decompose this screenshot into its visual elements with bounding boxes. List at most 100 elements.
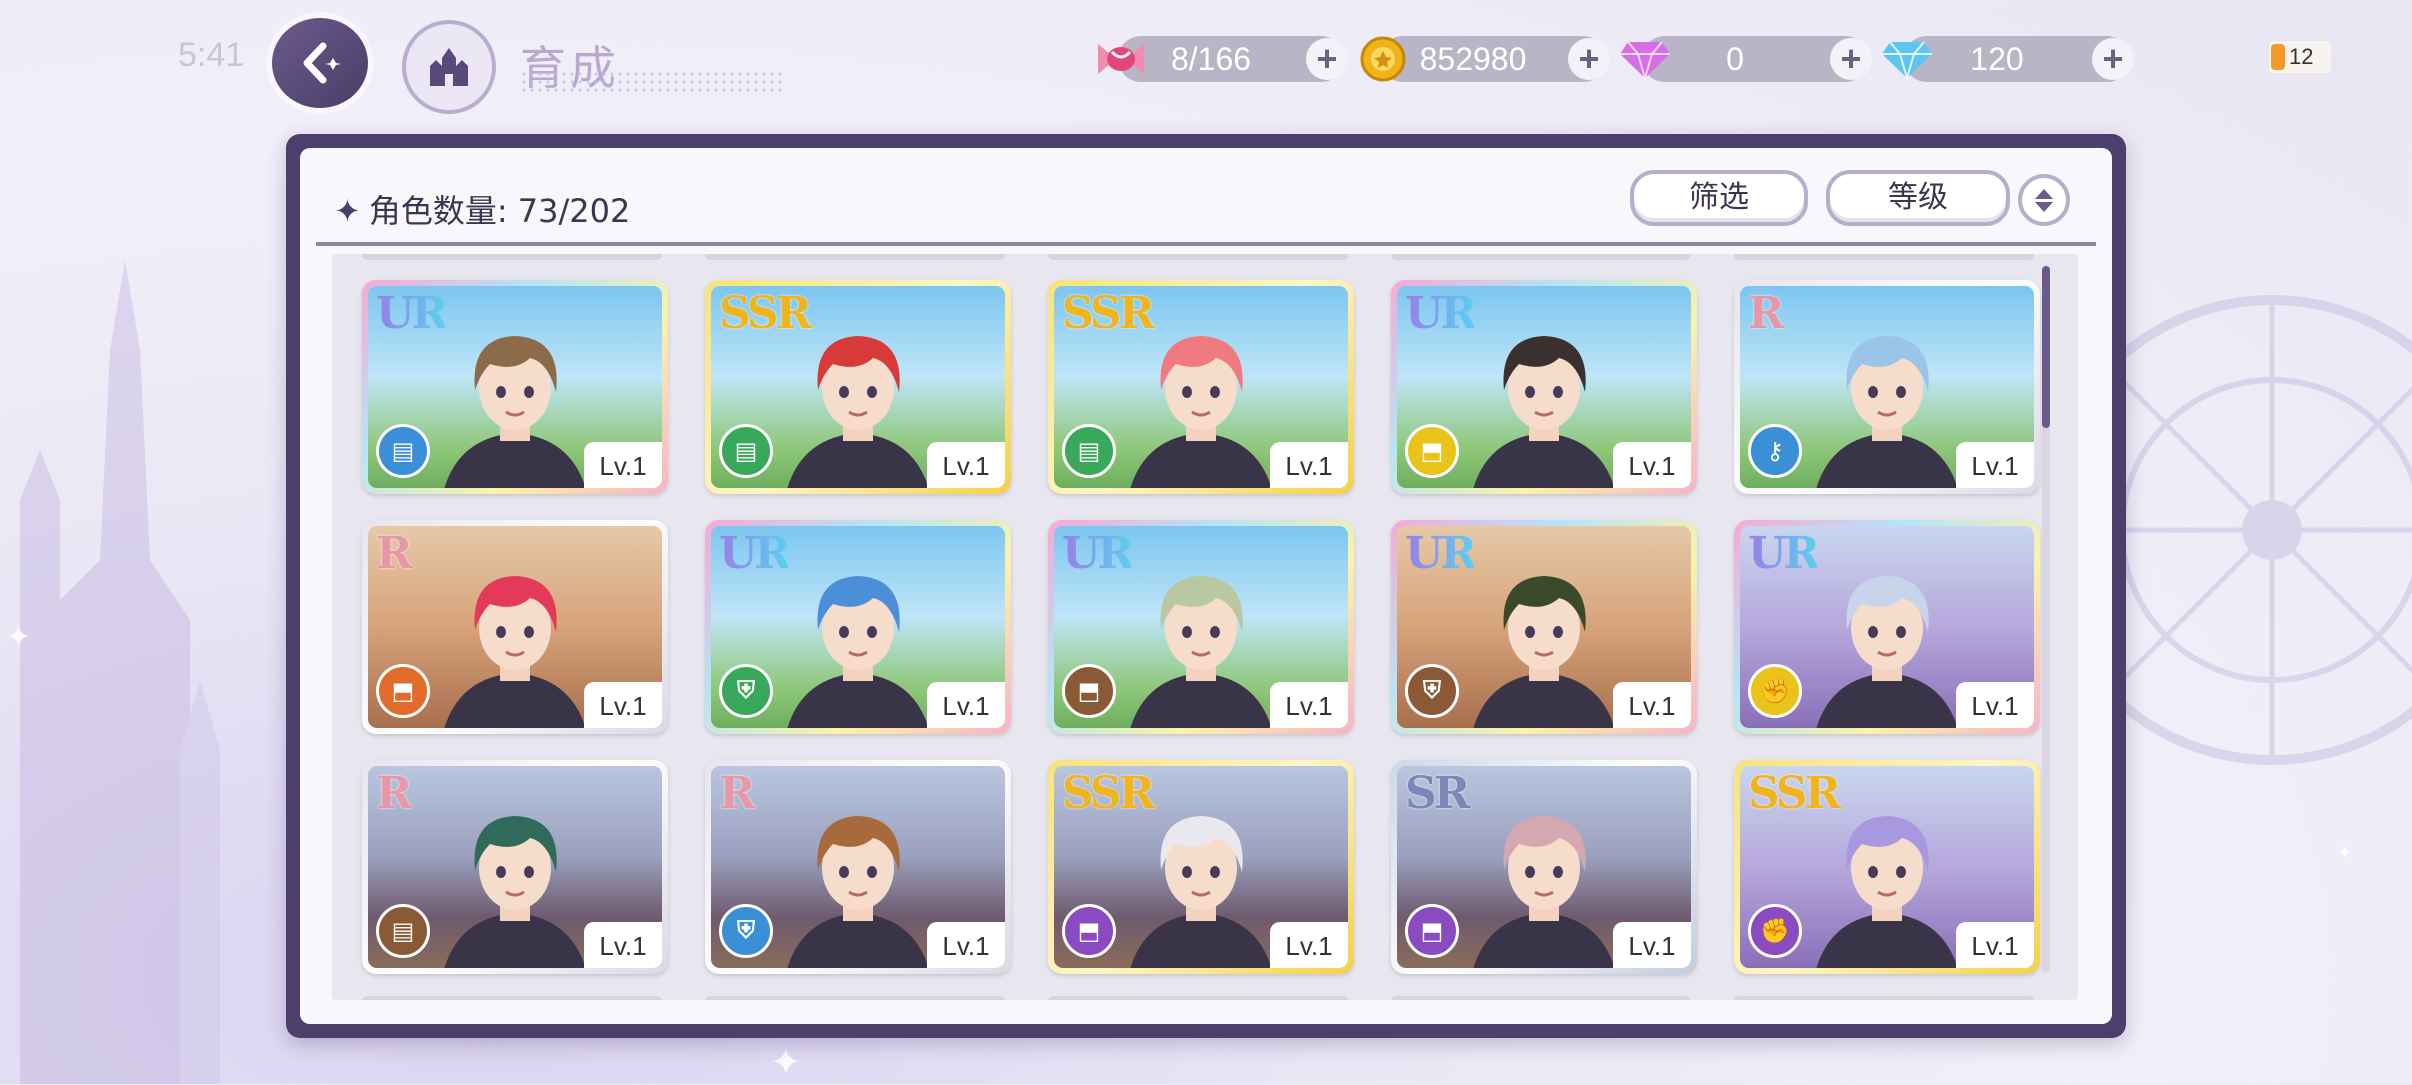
- sort-ascending-icon: [2035, 188, 2053, 199]
- rarity-badge: R: [376, 768, 413, 819]
- character-portrait: UR ▤ Lv.1: [368, 286, 662, 488]
- character-figure: [1816, 336, 1958, 488]
- character-card[interactable]: SR ⬒ Lv.1: [1391, 760, 1697, 974]
- character-card[interactable]: R ⚷ Lv.1: [1734, 280, 2040, 494]
- rarity-badge: R: [719, 768, 756, 819]
- rarity-badge: UR: [1405, 528, 1477, 579]
- character-count-text: 角色数量: 73/202: [368, 192, 631, 230]
- character-portrait: R ▤ Lv.1: [368, 766, 662, 968]
- battery-level: 12: [2289, 44, 2314, 69]
- boot-attribute-icon: ⬒: [376, 664, 430, 718]
- rarity-badge: UR: [1062, 528, 1134, 579]
- character-figure: [787, 816, 929, 968]
- level-label: Lv.1: [1613, 682, 1691, 728]
- character-figure: [444, 816, 586, 968]
- character-figure: [1130, 576, 1272, 728]
- sparkle-decoration: ✦: [6, 621, 32, 654]
- card-edge-peek: [362, 996, 662, 1000]
- character-card[interactable]: UR ⛨ Lv.1: [1391, 520, 1697, 734]
- character-card[interactable]: UR ⬒ Lv.1: [1048, 520, 1354, 734]
- level-label: Lv.1: [1956, 682, 2034, 728]
- boot-attribute-icon: ⬒: [1062, 664, 1116, 718]
- add-pink-gem-button[interactable]: +: [1830, 38, 1872, 80]
- level-label: Lv.1: [1613, 922, 1691, 968]
- sort-by-level-button[interactable]: 等级: [1826, 170, 2010, 226]
- level-label: Lv.1: [584, 442, 662, 488]
- card-edge-peek: [1390, 996, 1691, 1000]
- level-label: Lv.1: [584, 922, 662, 968]
- character-card[interactable]: SSR ✊ Lv.1: [1734, 760, 2040, 974]
- fist-attribute-icon: ✊: [1748, 904, 1802, 958]
- shield-attribute-icon: ⛨: [1405, 664, 1459, 718]
- castle-silhouette-decoration: [20, 260, 220, 1084]
- character-card[interactable]: SSR ⬒ Lv.1: [1048, 760, 1354, 974]
- candy-counter: 8/166 +: [1098, 36, 1348, 82]
- shield-attribute-icon: ⛨: [719, 664, 773, 718]
- filter-button[interactable]: 筛选: [1630, 170, 1808, 226]
- back-arrow-icon: [303, 42, 341, 84]
- level-label: Lv.1: [927, 682, 1005, 728]
- back-button[interactable]: [272, 18, 368, 108]
- diamond-icon: [1878, 30, 1936, 88]
- level-label: Lv.1: [927, 442, 1005, 488]
- rarity-badge: R: [376, 528, 413, 579]
- book-attribute-icon: ▤: [376, 424, 430, 478]
- pink-gem-icon: [1616, 30, 1674, 88]
- level-label: Lv.1: [584, 682, 662, 728]
- sort-descending-icon: [2035, 201, 2053, 212]
- character-portrait: UR ⬒ Lv.1: [1397, 286, 1691, 488]
- grid-scrollbar[interactable]: [2042, 266, 2050, 972]
- character-portrait: SSR ▤ Lv.1: [711, 286, 1005, 488]
- title-dotted-decoration: [520, 70, 782, 96]
- card-edge-peek: [704, 254, 1005, 260]
- add-diamond-button[interactable]: +: [2092, 38, 2134, 80]
- add-candy-button[interactable]: +: [1306, 38, 1348, 80]
- character-portrait: UR ⛨ Lv.1: [1397, 526, 1691, 728]
- character-card[interactable]: R ▤ Lv.1: [362, 760, 668, 974]
- character-card[interactable]: UR ⛨ Lv.1: [705, 520, 1011, 734]
- character-card[interactable]: SSR ▤ Lv.1: [705, 280, 1011, 494]
- character-figure: [787, 576, 929, 728]
- character-card[interactable]: R ⬒ Lv.1: [362, 520, 668, 734]
- character-panel-inner: ✦ 角色数量: 73/202 筛选 等级 UR ▤ Lv.1 SSR ▤ Lv.1 SSR ▤ L…: [300, 148, 2112, 1024]
- coin-counter: 852980 +: [1360, 36, 1610, 82]
- add-coin-button[interactable]: +: [1568, 38, 1610, 80]
- character-figure: [444, 336, 586, 488]
- candy-icon: [1092, 30, 1150, 88]
- status-time: 5:41: [178, 36, 245, 74]
- level-label: Lv.1: [1613, 442, 1691, 488]
- sort-order-toggle[interactable]: [2018, 174, 2070, 226]
- card-edge-peek: [1047, 254, 1348, 260]
- diamond-counter: 120 +: [1882, 36, 2134, 82]
- character-portrait: SSR ✊ Lv.1: [1740, 766, 2034, 968]
- sparkle-decoration: ✦: [2336, 842, 2353, 864]
- character-portrait: R ⬒ Lv.1: [368, 526, 662, 728]
- rarity-badge: UR: [1405, 288, 1477, 339]
- rarity-badge: SR: [1405, 768, 1470, 819]
- level-label: Lv.1: [1270, 682, 1348, 728]
- character-portrait: UR ✊ Lv.1: [1740, 526, 2034, 728]
- character-card[interactable]: UR ▤ Lv.1: [362, 280, 668, 494]
- rarity-badge: UR: [376, 288, 448, 339]
- character-card[interactable]: SSR ▤ Lv.1: [1048, 280, 1354, 494]
- rarity-badge: UR: [1748, 528, 1820, 579]
- card-edge-peek: [704, 996, 1005, 1000]
- home-button[interactable]: [402, 20, 496, 114]
- character-portrait: SR ⬒ Lv.1: [1397, 766, 1691, 968]
- level-label: Lv.1: [927, 922, 1005, 968]
- book-attribute-icon: ▤: [719, 424, 773, 478]
- rarity-badge: SSR: [719, 288, 812, 339]
- character-panel: ✦ 角色数量: 73/202 筛选 等级 UR ▤ Lv.1 SSR ▤ Lv.1 SSR ▤ L…: [286, 134, 2126, 1038]
- character-card[interactable]: R ⛨ Lv.1: [705, 760, 1011, 974]
- boot-attribute-icon: ⬒: [1405, 904, 1459, 958]
- scrollbar-thumb[interactable]: [2042, 266, 2050, 428]
- level-label: Lv.1: [1956, 922, 2034, 968]
- character-card[interactable]: UR ✊ Lv.1: [1734, 520, 2040, 734]
- boot-attribute-icon: ⬒: [1062, 904, 1116, 958]
- rarity-badge: SSR: [1748, 768, 1841, 819]
- character-figure: [1473, 816, 1615, 968]
- character-grid[interactable]: UR ▤ Lv.1 SSR ▤ Lv.1 SSR ▤ Lv.1 UR ⬒ Lv.1 R ⚷ Lv.1 R ⬒ Lv…: [332, 254, 2078, 1000]
- castle-home-icon: [430, 48, 468, 86]
- character-card[interactable]: UR ⬒ Lv.1: [1391, 280, 1697, 494]
- card-edge-peek: [362, 254, 662, 260]
